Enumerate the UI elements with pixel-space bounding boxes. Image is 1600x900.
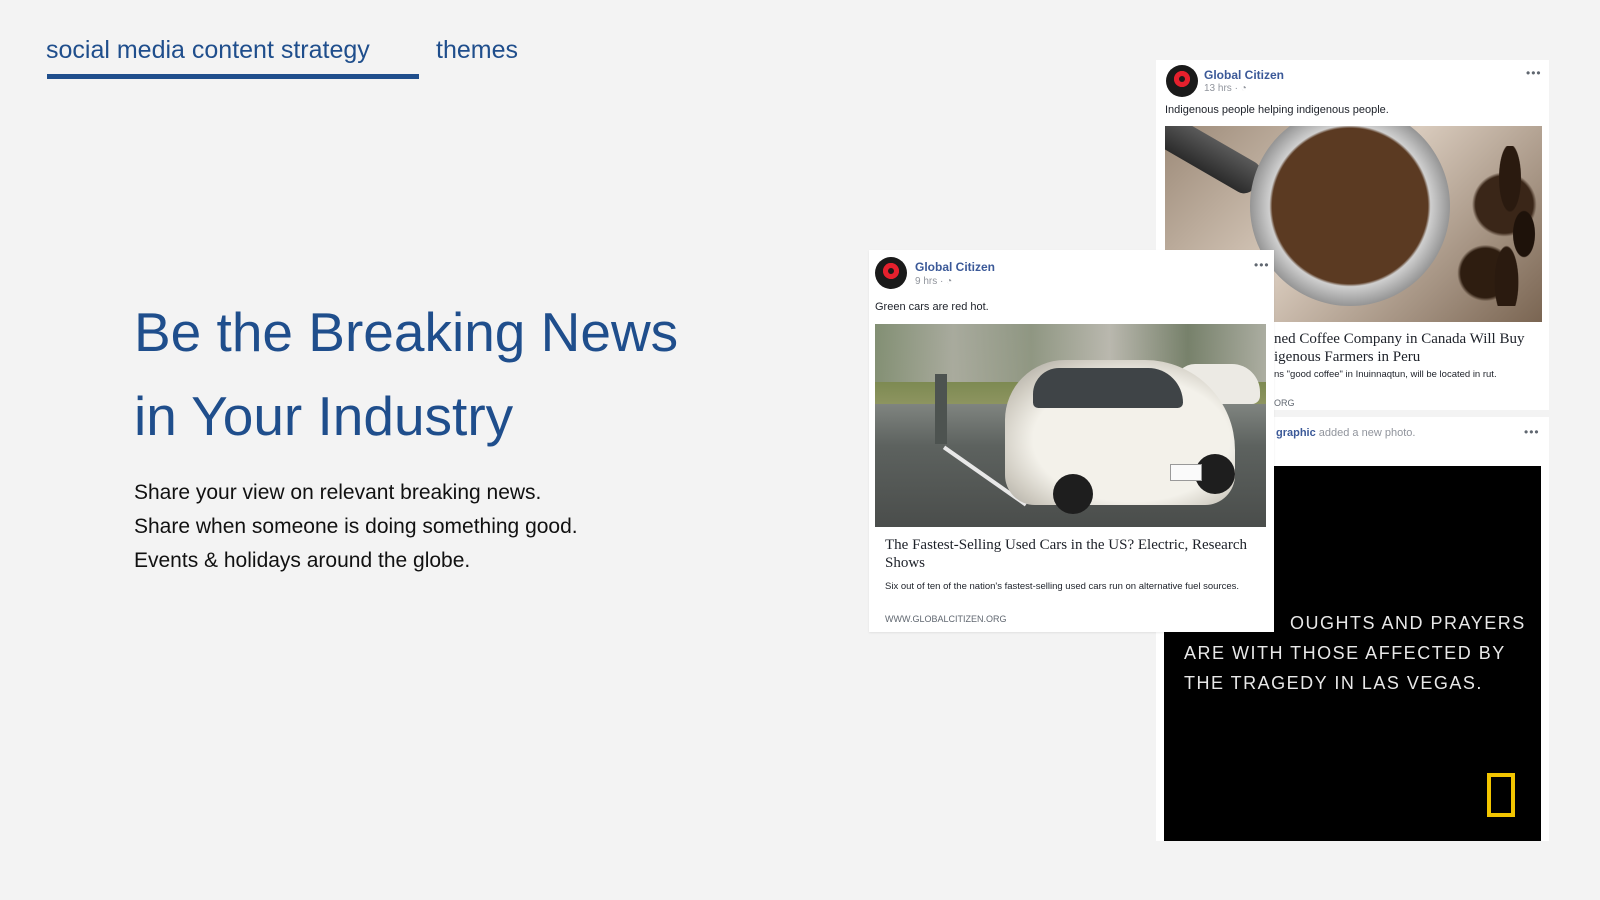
post-timestamp: 9 hrs · ◔ <box>915 276 952 287</box>
natgeo-logo-icon <box>1487 773 1515 817</box>
link-title[interactable]: The Fastest-Selling Used Cars in the US?… <box>885 536 1255 572</box>
slide-body-text: Share your view on relevant breaking new… <box>134 476 734 578</box>
post-author[interactable]: Global Citizen <box>1204 68 1284 82</box>
section-tabs: social media content strategy themes <box>46 36 586 86</box>
post-time-text: 9 hrs · <box>915 276 947 287</box>
post-text: Indigenous people helping indigenous peo… <box>1165 104 1389 116</box>
body-line-3: Events & holidays around the globe. <box>134 549 471 572</box>
charging-station <box>935 374 947 444</box>
electric-car-photo[interactable] <box>875 324 1266 527</box>
more-options-icon[interactable]: ••• <box>1524 426 1540 438</box>
tab-social-media-content-strategy[interactable]: social media content strategy <box>46 36 370 65</box>
link-description: ns "good coffee" in Inuinnaqtun, will be… <box>1274 369 1497 380</box>
post-author[interactable]: graphic <box>1276 427 1316 439</box>
link-title[interactable]: ned Coffee Company in Canada Will Buy ig… <box>1274 330 1539 366</box>
post-author[interactable]: Global Citizen <box>915 260 995 274</box>
post-header: graphic added a new photo. <box>1276 427 1415 439</box>
headline-line-2: in Your Industry <box>134 385 514 447</box>
post-text: Green cars are red hot. <box>875 301 989 313</box>
caption-line-3: THE TRAGEDY IN LAS VEGAS. <box>1184 673 1483 693</box>
tab-themes[interactable]: themes <box>436 36 518 65</box>
license-plate <box>1170 464 1202 481</box>
slide-headline: Be the Breaking News in Your Industry <box>134 290 754 458</box>
post-card-cars: Global Citizen 9 hrs · ◔ ••• Green cars … <box>869 250 1274 632</box>
link-description: Six out of ten of the nation's fastest-s… <box>885 581 1240 592</box>
portafilter-handle <box>1165 126 1266 198</box>
caption-line-2: ARE WITH THOSE AFFECTED BY <box>1184 643 1506 663</box>
globe-icon: ◔ <box>946 276 953 287</box>
global-citizen-avatar <box>875 257 907 289</box>
car-wheel-front <box>1053 474 1093 514</box>
post-action: added a new photo. <box>1315 427 1416 439</box>
globe-icon: ◔ <box>1240 83 1247 94</box>
link-domain: WWW.GLOBALCITIZEN.ORG <box>885 614 1007 624</box>
more-options-icon[interactable]: ••• <box>1526 67 1542 79</box>
post-time-text: 13 hrs · <box>1204 83 1241 94</box>
coffee-beans <box>1482 146 1542 306</box>
global-citizen-avatar <box>1166 65 1198 97</box>
body-line-1: Share your view on relevant breaking new… <box>134 481 542 504</box>
link-domain: ORG <box>1274 398 1295 408</box>
portafilter-basket <box>1250 126 1450 306</box>
post-timestamp: 13 hrs · ◔ <box>1204 83 1247 94</box>
body-line-2: Share when someone is doing something go… <box>134 515 578 538</box>
headline-line-1: Be the Breaking News <box>134 301 679 363</box>
more-options-icon[interactable]: ••• <box>1254 259 1270 271</box>
active-tab-underline <box>47 74 419 79</box>
car-windshield <box>1033 368 1183 408</box>
